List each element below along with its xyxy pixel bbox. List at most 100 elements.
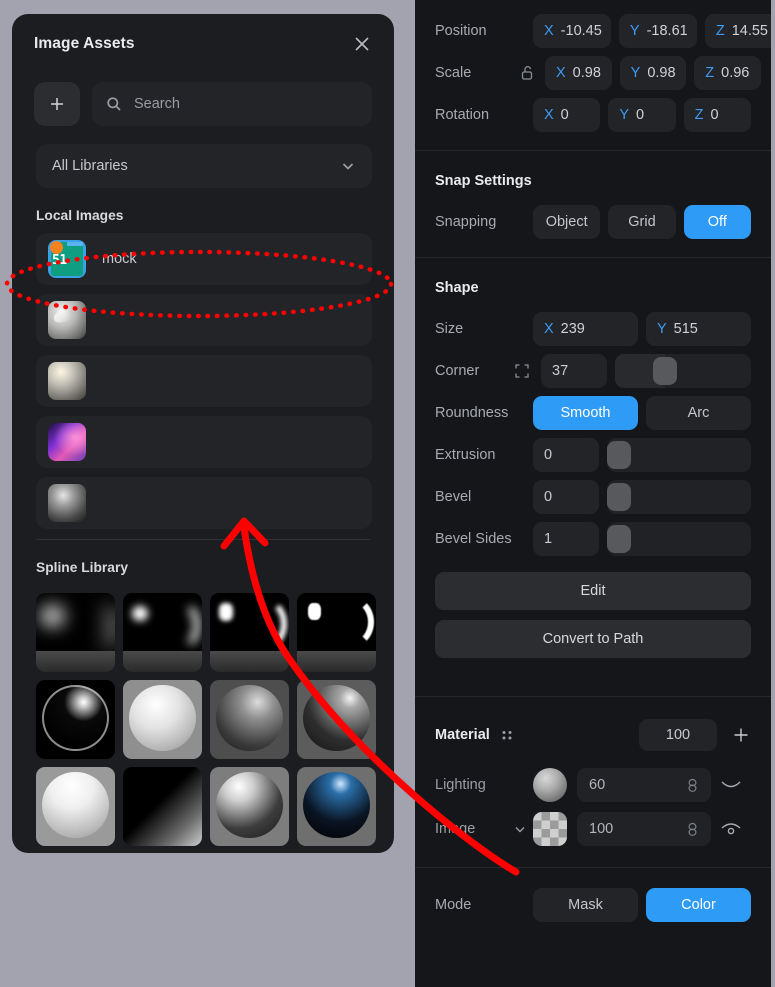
- add-material-button[interactable]: [731, 725, 751, 745]
- spline-library-heading: Spline Library: [36, 560, 129, 575]
- slider-knob[interactable]: [653, 357, 678, 385]
- axis-label: X: [556, 65, 566, 81]
- blend-icon[interactable]: [686, 822, 699, 837]
- eye-icon[interactable]: [711, 821, 751, 837]
- curve-icon[interactable]: [711, 779, 751, 791]
- chevron-down-icon[interactable]: [507, 822, 533, 836]
- spline-item[interactable]: [210, 680, 289, 759]
- position-label: Position: [435, 23, 487, 39]
- corner-slider[interactable]: [615, 354, 751, 388]
- spline-item[interactable]: [36, 767, 115, 846]
- spline-item[interactable]: [36, 593, 115, 672]
- position-z-field[interactable]: Z 14.55: [704, 14, 771, 48]
- asset-label: mock: [102, 251, 137, 267]
- spline-item[interactable]: [297, 593, 376, 672]
- rotation-z-field[interactable]: Z 0: [683, 98, 751, 132]
- bevel-sides-row: Bevel Sides 1: [435, 522, 751, 556]
- corner-radius-icon[interactable]: [513, 364, 531, 378]
- panel-title: Image Assets: [34, 35, 135, 52]
- search-row: Search: [12, 82, 394, 126]
- convert-to-path-button[interactable]: Convert to Path: [435, 620, 751, 658]
- spline-item[interactable]: [297, 680, 376, 759]
- scale-x-field[interactable]: X 0.98: [545, 56, 612, 90]
- edit-button[interactable]: Edit: [435, 572, 751, 610]
- roundness-option-arc[interactable]: Arc: [646, 396, 751, 430]
- rotation-x-field[interactable]: X 0: [533, 98, 601, 132]
- drag-dots-icon[interactable]: [500, 728, 516, 742]
- add-asset-button[interactable]: [34, 82, 80, 126]
- roundness-option-smooth[interactable]: Smooth: [533, 396, 638, 430]
- corner-value-field[interactable]: 37: [541, 354, 607, 388]
- lighting-value-field[interactable]: 60: [577, 768, 711, 802]
- image-value-field[interactable]: 100: [577, 812, 711, 846]
- search-icon: [107, 97, 121, 111]
- size-label: Size: [435, 321, 464, 337]
- blend-icon[interactable]: [686, 778, 699, 793]
- field-value: 60: [589, 777, 606, 793]
- unlock-icon[interactable]: [517, 65, 537, 81]
- asset-thumbnail-icon: [48, 423, 86, 461]
- close-icon[interactable]: [350, 32, 374, 56]
- material-layer-image: Image 100: [435, 809, 751, 849]
- snapping-row: Snapping Object Grid Off: [435, 205, 751, 239]
- scale-y-field[interactable]: Y 0.98: [619, 56, 687, 90]
- bevel-slider[interactable]: [607, 480, 751, 514]
- local-images-heading: Local Images: [36, 208, 124, 223]
- rotation-y-field[interactable]: Y 0: [608, 98, 676, 132]
- checker-swatch[interactable]: [533, 812, 567, 846]
- slider-knob[interactable]: [607, 525, 631, 553]
- chevron-down-icon: [342, 163, 354, 170]
- material-layer-lighting: Lighting 60: [435, 765, 751, 805]
- search-placeholder: Search: [134, 96, 180, 112]
- slider-knob[interactable]: [607, 441, 631, 469]
- bevel-value-field[interactable]: 0: [533, 480, 599, 514]
- size-y-field[interactable]: Y 515: [646, 312, 751, 346]
- bevel-sides-slider[interactable]: [607, 522, 751, 556]
- mode-option-color[interactable]: Color: [646, 888, 751, 922]
- spline-item[interactable]: [36, 680, 115, 759]
- extrusion-slider[interactable]: [607, 438, 751, 472]
- field-value: 100: [589, 821, 614, 837]
- asset-thumbnail-icon: [48, 484, 86, 522]
- bevel-sides-label: Bevel Sides: [435, 531, 512, 547]
- spline-item[interactable]: [123, 767, 202, 846]
- mode-option-mask[interactable]: Mask: [533, 888, 638, 922]
- spline-item[interactable]: [123, 593, 202, 672]
- field-value: 0.98: [647, 65, 676, 81]
- extrusion-value-field[interactable]: 0: [533, 438, 599, 472]
- rotation-row: Rotation X 0 Y 0 Z 0: [435, 98, 751, 132]
- list-item[interactable]: [36, 477, 372, 529]
- list-item[interactable]: 51 mock: [36, 233, 372, 285]
- snapping-option-grid[interactable]: Grid: [608, 205, 676, 239]
- roundness-row: Roundness Smooth Arc: [435, 396, 751, 430]
- spline-item[interactable]: [210, 593, 289, 672]
- bevel-row: Bevel 0: [435, 480, 751, 514]
- position-y-field[interactable]: Y -18.61: [618, 14, 697, 48]
- list-item[interactable]: [36, 416, 372, 468]
- list-item[interactable]: [36, 294, 372, 346]
- axis-label: Z: [694, 107, 704, 123]
- bevel-sides-value-field[interactable]: 1: [533, 522, 599, 556]
- asset-thumbnail-icon: [48, 362, 86, 400]
- mode-label: Mode: [435, 897, 472, 913]
- field-value: 0: [560, 107, 569, 123]
- local-images-list: 51 mock: [12, 233, 394, 529]
- material-opacity-field[interactable]: 100: [639, 719, 717, 751]
- spline-item[interactable]: [123, 680, 202, 759]
- field-value: -10.45: [560, 23, 602, 39]
- snapping-option-off[interactable]: Off: [683, 205, 751, 239]
- library-select-value: All Libraries: [52, 158, 128, 174]
- library-select[interactable]: All Libraries: [36, 144, 372, 188]
- field-value: 0: [636, 107, 645, 123]
- axis-label: X: [544, 107, 554, 123]
- size-x-field[interactable]: X 239: [533, 312, 638, 346]
- spline-item[interactable]: [210, 767, 289, 846]
- spline-item[interactable]: [297, 767, 376, 846]
- snapping-option-object[interactable]: Object: [533, 205, 601, 239]
- scale-z-field[interactable]: Z 0.96: [694, 56, 761, 90]
- search-input[interactable]: Search: [92, 82, 372, 126]
- list-item[interactable]: [36, 355, 372, 407]
- sphere-swatch[interactable]: [533, 768, 567, 802]
- slider-knob[interactable]: [607, 483, 631, 511]
- position-x-field[interactable]: X -10.45: [533, 14, 611, 48]
